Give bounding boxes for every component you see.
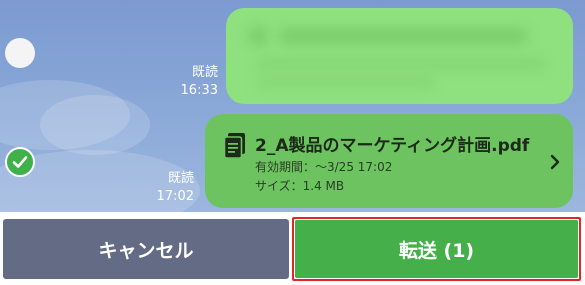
- chat-area: 既読 16:33 既読 17:02 2_A製品のマーケティング計画.pdf 有効…: [0, 0, 585, 212]
- highlight-frame: 転送 (1): [292, 217, 581, 281]
- action-bar: キャンセル 転送 (1): [0, 212, 585, 285]
- read-status-message-2: 既読 17:02: [146, 170, 194, 206]
- read-status-message-1: 既読 16:33: [170, 64, 218, 100]
- blurred-content: [226, 8, 573, 104]
- read-label: 既読: [167, 171, 194, 186]
- document-icon: [223, 133, 245, 159]
- blurred-message-bubble[interactable]: [226, 8, 573, 104]
- message-time: 17:02: [156, 189, 194, 204]
- file-name: 2_A製品のマーケティング計画.pdf: [255, 136, 530, 156]
- background-cloud: [40, 95, 150, 155]
- file-size: サイズ：1.4 MB: [255, 179, 345, 193]
- checkmark-icon: [12, 156, 28, 168]
- forward-button[interactable]: 転送 (1): [295, 220, 578, 278]
- read-label: 既読: [191, 65, 218, 80]
- file-message-bubble[interactable]: 2_A製品のマーケティング計画.pdf 有効期間：～3/25 17:02 サイズ…: [205, 114, 573, 208]
- select-radio-message-2-checked[interactable]: [5, 147, 35, 177]
- message-time: 16:33: [180, 83, 218, 98]
- chevron-right-icon: [550, 154, 560, 170]
- cancel-button[interactable]: キャンセル: [3, 219, 289, 279]
- select-radio-message-1[interactable]: [5, 38, 35, 68]
- file-expiry: 有効期間：～3/25 17:02: [255, 160, 393, 174]
